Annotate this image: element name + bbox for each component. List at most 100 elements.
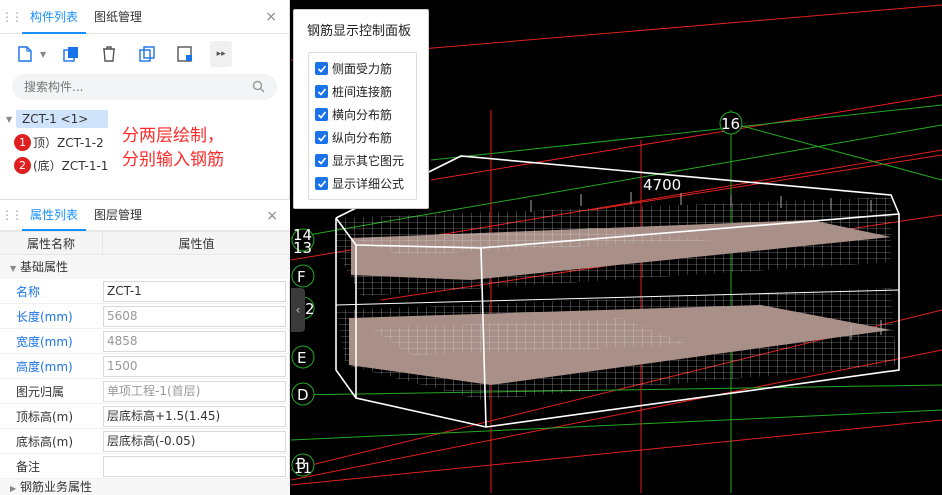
axis-label-14-13[interactable]: 14 13	[291, 226, 315, 257]
checkbox-option[interactable]: 显示其它图元	[315, 149, 416, 172]
group-label: 基础属性	[19, 260, 68, 274]
expand-triangle-icon[interactable]: ▶	[10, 484, 16, 493]
lower-cap-layer[interactable]	[336, 288, 896, 400]
checkbox-label: 桩间连接筋	[332, 85, 393, 99]
panel-title: 钢筋显示控制面板	[307, 24, 412, 39]
checkbox-checked-icon[interactable]	[315, 131, 328, 144]
header-name: 属性名称	[0, 232, 103, 254]
axis-label-E[interactable]: E	[291, 345, 315, 369]
property-name: 图元归属	[16, 384, 65, 399]
property-value-cell: 5608	[103, 305, 290, 327]
double-chevron-right-icon: ▸▸	[216, 49, 226, 59]
axis-text: E	[297, 349, 306, 367]
tab-layer-management[interactable]: 图层管理	[86, 199, 150, 231]
property-name: 底标高(m)	[16, 434, 74, 449]
more-button[interactable]: ▸▸	[210, 41, 233, 67]
axis-text: 2	[305, 300, 315, 318]
collapse-triangle-icon[interactable]: ▼	[10, 264, 16, 273]
property-value-field[interactable]: 单项工程-1(首层)	[103, 380, 286, 402]
checkbox-option[interactable]: 横向分布筋	[315, 103, 416, 126]
tree-item-label[interactable]: 顶）ZCT-1-2	[33, 134, 104, 151]
property-value-cell: 单项工程-1(首层)	[103, 380, 290, 402]
property-value-field[interactable]: 5608	[103, 305, 286, 327]
checkbox-option[interactable]: 纵向分布筋	[315, 126, 416, 149]
property-value-cell: ZCT-1	[103, 280, 290, 302]
property-row: 名称 ZCT-1	[0, 279, 290, 304]
component-search[interactable]	[12, 74, 277, 100]
checkbox-label: 显示详细公式	[332, 177, 405, 191]
property-row: 宽度(mm) 4858	[0, 329, 290, 354]
red-annotation: 分两层绘制， 分别输入钢筋	[122, 124, 224, 172]
axis-text: F	[297, 268, 306, 286]
axis-label-F[interactable]: F	[291, 264, 315, 288]
property-section: ⋮⋮ 属性列表 图层管理 × 属性名称 属性值 ▼ 基础属性 名称 ZCT-1 长度…	[0, 199, 290, 495]
step-badge: 2	[14, 157, 31, 174]
close-icon[interactable]: ×	[265, 9, 277, 25]
copy-to-floor-button[interactable]	[134, 41, 160, 67]
checkbox-label: 纵向分布筋	[332, 131, 393, 145]
component-toolbar: ▼ ▸▸	[0, 34, 289, 74]
tree-root-label[interactable]: ZCT-1 <1>	[16, 110, 108, 128]
property-value-field[interactable]	[103, 455, 286, 477]
search-input[interactable]	[24, 80, 244, 94]
collapse-panel-handle[interactable]: ‹	[291, 288, 305, 332]
property-value-field[interactable]: 4858	[103, 330, 286, 352]
component-tabbar: ⋮⋮ 构件列表 图纸管理 ×	[0, 0, 289, 34]
axis-label-D[interactable]: D	[291, 382, 315, 406]
property-name: 高度(mm)	[16, 359, 73, 374]
property-value-field[interactable]: ZCT-1	[103, 280, 286, 302]
checkbox-label: 横向分布筋	[332, 108, 393, 122]
property-name: 名称	[16, 284, 41, 299]
copy-icon	[63, 47, 79, 62]
property-value-field[interactable]: 1500	[103, 355, 286, 377]
property-row: 底标高(m) 层底标高(-0.05)	[0, 429, 290, 454]
property-value-field[interactable]: 层底标高(-0.05)	[103, 430, 286, 452]
new-component-button[interactable]	[12, 41, 38, 67]
drag-grip-icon[interactable]: ⋮⋮	[0, 10, 23, 24]
property-value-cell: 层底标高+1.5(1.45)	[103, 405, 290, 427]
axis-label-B-11[interactable]: B 11	[291, 453, 315, 477]
checkbox-option[interactable]: 桩间连接筋	[315, 80, 416, 103]
checkbox-label: 侧面受力筋	[332, 62, 393, 76]
delete-component-button[interactable]	[96, 41, 122, 67]
property-tabbar: ⋮⋮ 属性列表 图层管理 ×	[0, 199, 290, 231]
trash-icon	[103, 46, 116, 62]
tree-item-label[interactable]: (底）ZCT-1-1	[33, 157, 108, 174]
expand-triangle-icon[interactable]: ▼	[6, 115, 16, 124]
property-name: 宽度(mm)	[16, 334, 73, 349]
step-badge: 1	[14, 134, 31, 151]
checkbox-checked-icon[interactable]	[315, 62, 328, 75]
property-row: 备注	[0, 454, 290, 479]
property-value-cell: 1500	[103, 355, 290, 377]
checkbox-checked-icon[interactable]	[315, 177, 328, 190]
checkbox-list: 侧面受力筋桩间连接筋横向分布筋纵向分布筋显示其它图元 显示详细公式	[308, 52, 417, 200]
property-value-field[interactable]: 层底标高+1.5(1.45)	[103, 405, 286, 427]
checkbox-label: 显示其它图元	[332, 154, 405, 168]
annotation-line: 分别输入钢筋	[122, 150, 224, 170]
copy-component-button[interactable]	[58, 41, 84, 67]
component-tree: ▼ ZCT-1 <1> 1 顶）ZCT-1-2 2 (底）ZCT-1-1 分两层…	[0, 100, 289, 210]
checkbox-checked-icon[interactable]	[315, 154, 328, 167]
tab-drawing-management[interactable]: 图纸管理	[86, 0, 150, 34]
drag-grip-icon[interactable]: ⋮⋮	[0, 208, 23, 222]
dropdown-arrow-icon[interactable]: ▼	[40, 50, 46, 59]
group-label: 钢筋业务属性	[19, 480, 92, 494]
checkbox-checked-icon[interactable]	[315, 85, 328, 98]
header-value: 属性值	[178, 237, 215, 251]
new-file-icon	[18, 46, 32, 62]
property-rows: 名称 ZCT-1 长度(mm) 5608 宽度(mm) 4858 高度(mm) 1500 图元归…	[0, 279, 290, 479]
close-icon[interactable]: ×	[266, 208, 278, 224]
annotation-line: 分两层绘制，	[122, 126, 224, 146]
axis-text: D	[297, 386, 309, 404]
checkbox-option[interactable]: 显示详细公式	[315, 172, 416, 195]
search-icon[interactable]	[252, 80, 265, 93]
save-component-button[interactable]	[172, 41, 198, 67]
axis-label-16[interactable]: 16	[719, 111, 743, 135]
chevron-left-icon[interactable]: ‹	[296, 303, 301, 317]
property-value-cell	[103, 455, 290, 477]
checkbox-option[interactable]: 侧面受力筋	[315, 57, 416, 80]
tab-property-list[interactable]: 属性列表	[22, 199, 87, 231]
tab-component-list[interactable]: 构件列表	[22, 0, 87, 34]
group-basic-properties[interactable]: ▼ 基础属性	[0, 255, 290, 279]
checkbox-checked-icon[interactable]	[315, 108, 328, 121]
